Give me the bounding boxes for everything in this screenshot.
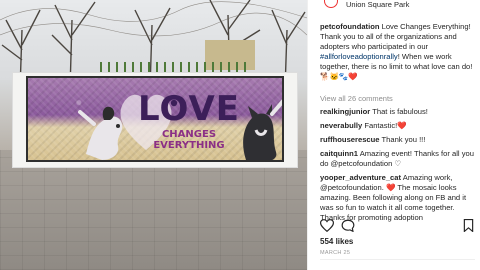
caption-username[interactable]: petcofoundation [320, 22, 379, 31]
comment-username[interactable]: caitquinn1 [320, 149, 358, 158]
dog-figure [78, 106, 123, 160]
mural-love-text: LOVE [138, 89, 240, 129]
comment: realkingjunior That is fabulous! [320, 107, 475, 117]
post-date: MARCH 25 [320, 250, 351, 256]
post-photo[interactable]: LOVE CHANGES EVERYTHING [0, 0, 307, 270]
comment: neverabully Fantastic!❤️ [320, 121, 475, 131]
comment-text: That is fabulous! [372, 107, 428, 116]
post-details-panel: Union Square Park petcofoundation Love C… [307, 0, 480, 270]
comment-icon[interactable] [341, 219, 355, 232]
mural-changes-text: CHANGES [161, 129, 217, 140]
avatar[interactable] [324, 0, 338, 8]
comment-username[interactable]: yooper_adventure_cat [320, 173, 401, 182]
heart-icon[interactable] [320, 219, 334, 232]
comment-username[interactable]: realkingjunior [320, 107, 370, 116]
caption-hashtag[interactable]: #allforloveadoptionrally [320, 52, 398, 61]
comment-username[interactable]: ruffhouserescue [320, 135, 380, 144]
mural-subtitle: CHANGES EVERYTHING [134, 129, 244, 151]
mosaic-mural: LOVE CHANGES EVERYTHING [26, 76, 284, 162]
divider [320, 259, 475, 260]
comment-username[interactable]: neverabully [320, 121, 362, 130]
comment-text: Fantastic!❤️ [364, 121, 407, 130]
comments-list: realkingjunior That is fabulous! neverab… [320, 107, 475, 227]
comment: ruffhouserescue Thank you !!! [320, 135, 475, 145]
post-actions [320, 219, 475, 233]
comment: caitquinn1 Amazing event! Thanks for all… [320, 149, 475, 169]
post-location[interactable]: Union Square Park [346, 0, 409, 9]
view-all-comments-link[interactable]: View all 26 comments [320, 94, 393, 103]
plaza-pavement [0, 150, 307, 270]
comment: yooper_adventure_cat Amazing work, @petc… [320, 173, 475, 223]
mural-everything-text: EVERYTHING [153, 139, 225, 151]
comment-text: Thank you !!! [381, 135, 426, 144]
post-header: Union Square Park [308, 0, 480, 12]
like-count[interactable]: 554 likes [320, 237, 353, 246]
post-caption: petcofoundation Love Changes Everything!… [320, 22, 475, 82]
bookmark-icon[interactable] [463, 219, 474, 232]
